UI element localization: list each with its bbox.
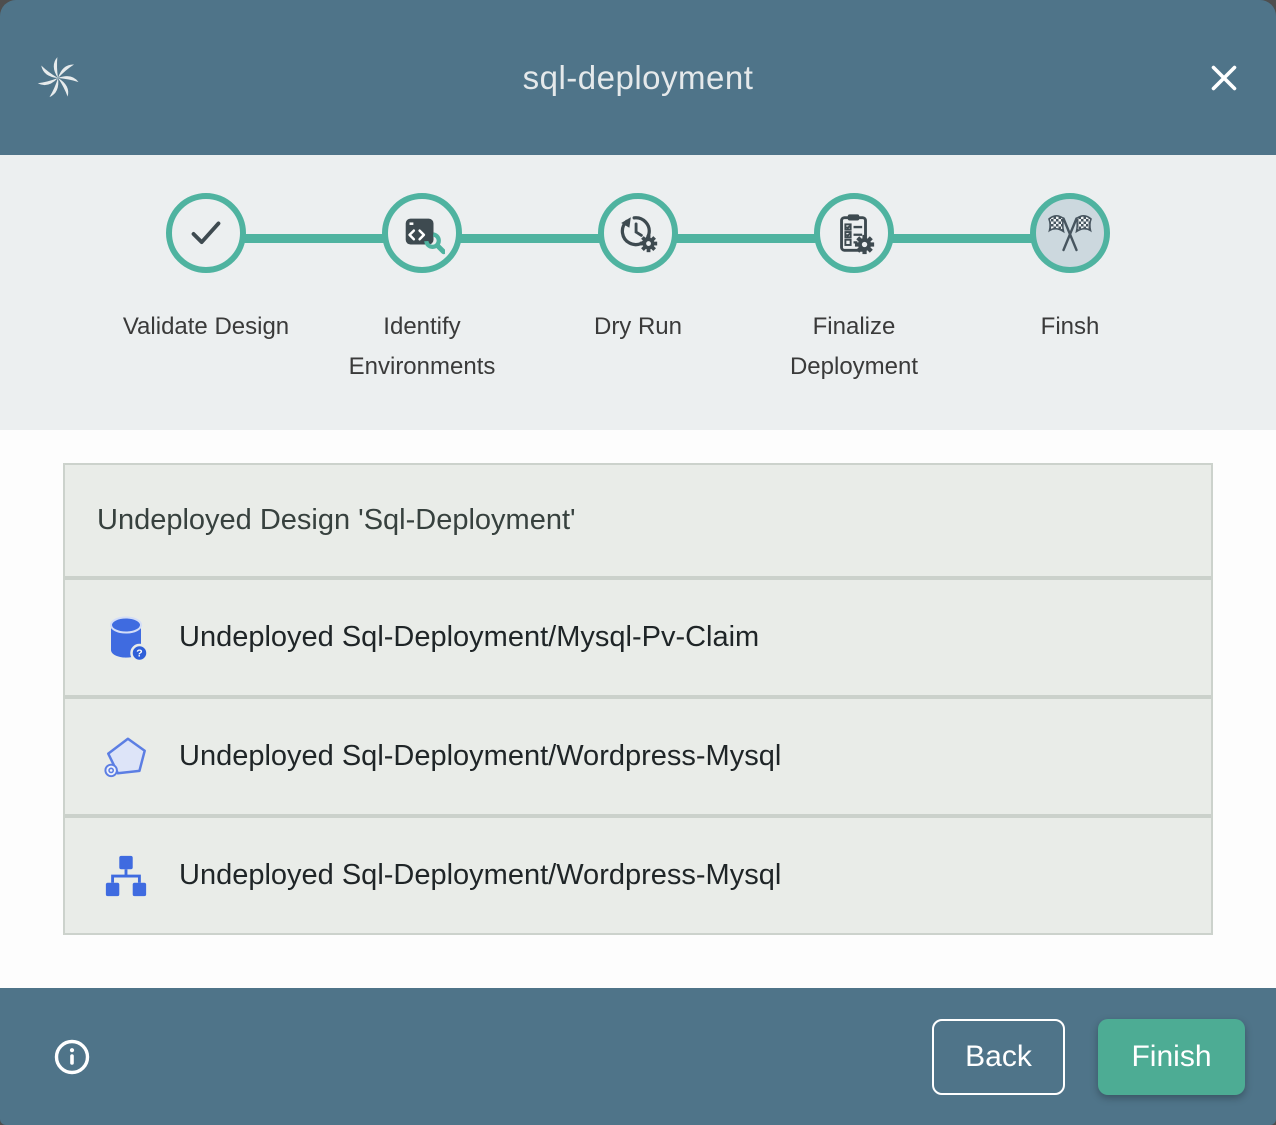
- step-identify-environments: Identify Environments: [314, 193, 530, 387]
- svg-text:?: ?: [136, 647, 142, 659]
- step-circle-dry-run: [598, 193, 678, 273]
- history-gear-icon: [615, 210, 661, 256]
- step-dry-run: Dry Run: [530, 193, 746, 387]
- step-circle-validate-design: [166, 193, 246, 273]
- check-icon: [183, 210, 229, 256]
- result-row-wordpress-mysql-deployment: Undeployed Sql-Deployment/Wordpress-Mysq…: [65, 814, 1211, 933]
- step-circle-finish: [1030, 193, 1110, 273]
- result-row-wordpress-mysql-service: Undeployed Sql-Deployment/Wordpress-Mysq…: [65, 695, 1211, 814]
- result-text: Undeployed Sql-Deployment/Wordpress-Mysq…: [179, 740, 781, 773]
- step-circle-identify-environments: [382, 193, 462, 273]
- result-row-mysql-pv-claim: ? Undeployed Sql-Deployment/Mysql-Pv-Cla…: [65, 576, 1211, 695]
- results-area: Undeployed Design 'Sql-Deployment' ? Und…: [0, 430, 1276, 988]
- meshery-logo-icon: [32, 52, 92, 104]
- deployment-wizard-modal: sql-deployment Validate Design: [0, 0, 1276, 1125]
- checkered-flags-icon: [1046, 209, 1094, 257]
- result-text: Undeployed Design 'Sql-Deployment': [97, 504, 576, 537]
- result-row-design: Undeployed Design 'Sql-Deployment': [65, 465, 1211, 576]
- close-button[interactable]: [1184, 58, 1244, 98]
- code-window-wrench-icon: [399, 210, 445, 256]
- step-circle-finalize-deployment: [814, 193, 894, 273]
- info-button[interactable]: [52, 1037, 92, 1077]
- modal-header: sql-deployment: [0, 0, 1276, 155]
- close-icon: [1204, 58, 1244, 98]
- modal-footer: Back Finish: [0, 988, 1276, 1125]
- deployment-tree-icon: [102, 852, 150, 900]
- results-panel: Undeployed Design 'Sql-Deployment' ? Und…: [63, 463, 1213, 935]
- database-icon: ?: [102, 614, 150, 662]
- clipboard-gear-icon: [831, 210, 877, 256]
- result-text: Undeployed Sql-Deployment/Wordpress-Mysq…: [179, 859, 781, 892]
- step-label: Dry Run: [594, 307, 682, 347]
- step-label: Finalize Deployment: [765, 307, 943, 387]
- step-label: Identify Environments: [333, 307, 511, 387]
- info-circle-icon: [52, 1037, 92, 1077]
- step-finish: Finsh: [962, 193, 1178, 387]
- stepper: Validate Design: [0, 155, 1276, 430]
- step-validate-design: Validate Design: [98, 193, 314, 387]
- back-button[interactable]: Back: [932, 1019, 1065, 1095]
- step-label: Validate Design: [123, 307, 289, 347]
- result-text: Undeployed Sql-Deployment/Mysql-Pv-Claim: [179, 621, 759, 654]
- service-pentagon-icon: [102, 733, 150, 781]
- finish-button[interactable]: Finish: [1098, 1019, 1245, 1095]
- step-label: Finsh: [1041, 307, 1100, 347]
- step-finalize-deployment: Finalize Deployment: [746, 193, 962, 387]
- modal-title: sql-deployment: [92, 59, 1184, 97]
